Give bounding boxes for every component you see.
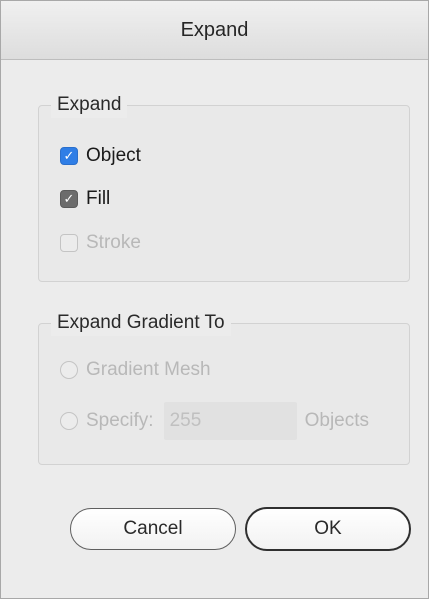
stroke-label: Stroke: [86, 232, 141, 253]
object-label: Object: [86, 145, 141, 166]
checkmark-icon: ✓: [63, 148, 75, 163]
specify-input-value: 255: [169, 410, 202, 431]
ok-button[interactable]: OK: [245, 507, 411, 551]
expand-group-title: Expand: [51, 92, 128, 118]
window-title: Expand: [1, 1, 428, 60]
object-checkbox[interactable]: ✓: [60, 147, 78, 165]
checkmark-icon: ✓: [63, 191, 75, 206]
expand-dialog: Expand Expand ✓ Object ✓ Fill Stroke Exp…: [0, 0, 429, 599]
stroke-checkbox: [60, 234, 78, 252]
gradient-mesh-label: Gradient Mesh: [86, 359, 211, 380]
stroke-checkbox-row: Stroke: [60, 230, 141, 256]
specify-objects-input: 255: [163, 402, 297, 440]
radio-icon: [60, 361, 78, 379]
fill-checkbox-row[interactable]: ✓ Fill: [60, 186, 110, 212]
cancel-button[interactable]: Cancel: [70, 508, 236, 550]
fill-checkbox[interactable]: ✓: [60, 190, 78, 208]
fill-label: Fill: [86, 188, 111, 209]
expand-gradient-group-title: Expand Gradient To: [51, 310, 231, 336]
objects-unit-label: Objects: [304, 410, 370, 431]
specify-option: Specify: 255 Objects: [60, 402, 370, 440]
expand-group: Expand ✓ Object ✓ Fill Stroke: [38, 92, 410, 282]
specify-label: Specify:: [86, 410, 154, 431]
radio-icon: [60, 412, 78, 430]
gradient-mesh-option: Gradient Mesh: [60, 357, 211, 383]
expand-gradient-group: Expand Gradient To Gradient Mesh Specify…: [38, 310, 410, 465]
object-checkbox-row[interactable]: ✓ Object: [60, 143, 141, 169]
